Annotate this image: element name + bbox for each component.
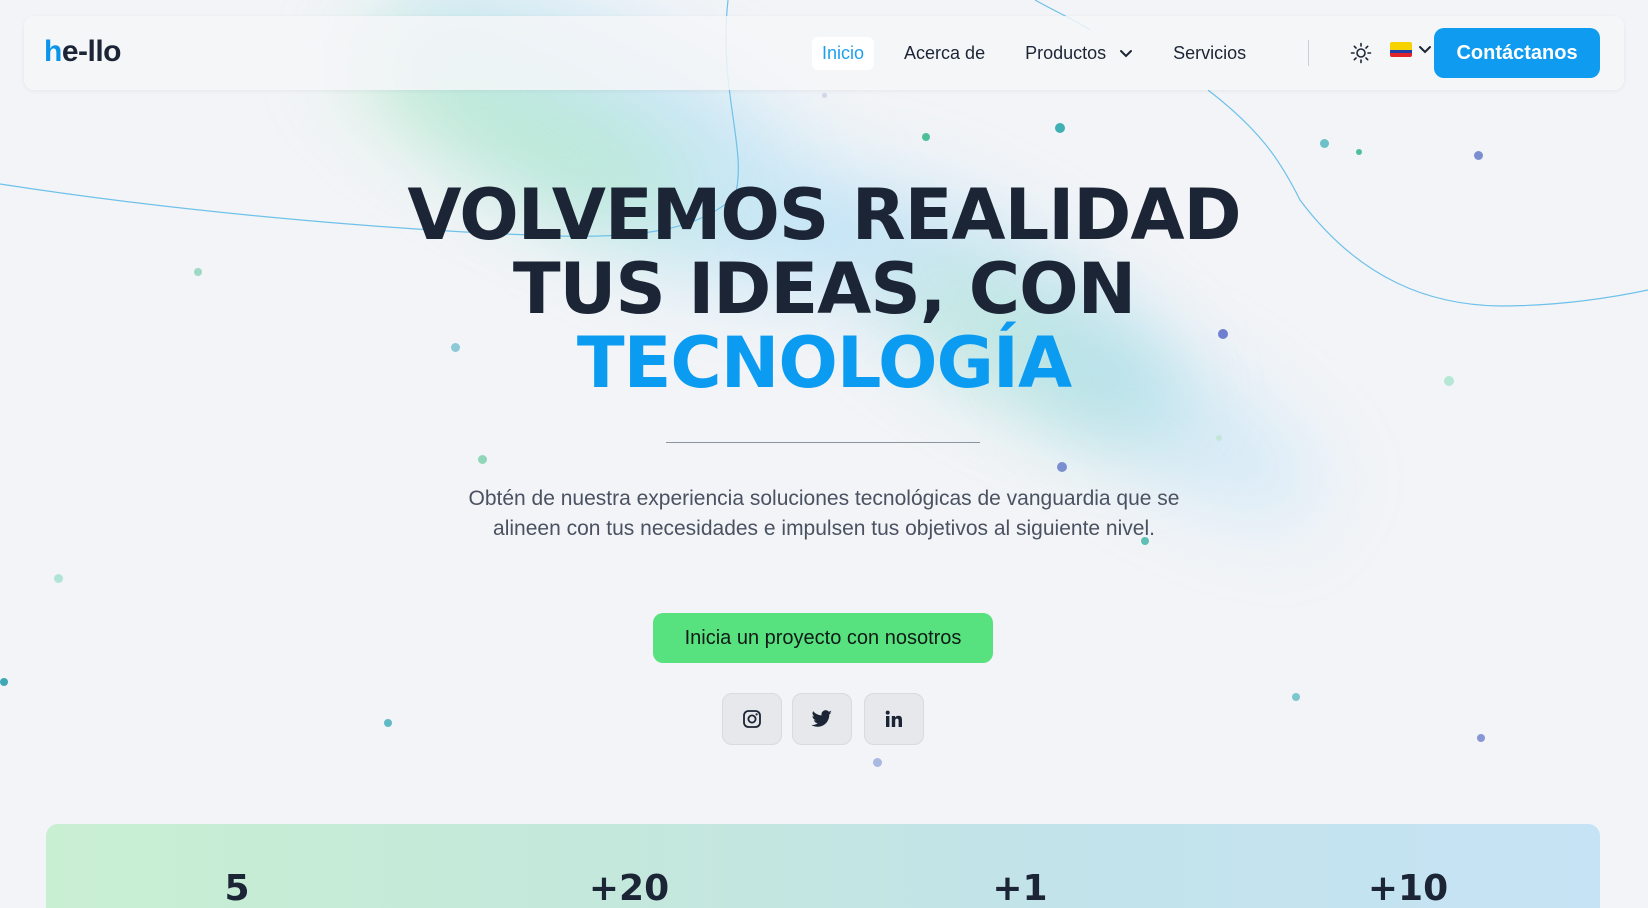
logo[interactable]: he-llo xyxy=(44,35,122,69)
nav-item-productos-label: Productos xyxy=(1025,42,1107,63)
stat-value: +10 xyxy=(1367,868,1449,908)
sun-icon[interactable] xyxy=(1350,42,1372,64)
logo-prefix: h xyxy=(44,35,62,68)
main-nav: Inicio Acerca de Productos Servicios xyxy=(812,36,1276,70)
linkedin-icon xyxy=(885,710,902,727)
logo-rest: e-llo xyxy=(61,35,122,68)
background-decoration xyxy=(0,0,1648,908)
chevron-down-icon xyxy=(1120,49,1133,58)
start-project-button[interactable]: Inicia un proyecto con nosotros xyxy=(653,613,993,663)
header-divider xyxy=(1308,40,1309,66)
hero-subtitle: Obtén de nuestra experiencia soluciones … xyxy=(468,487,1180,540)
instagram-icon xyxy=(743,710,761,728)
chevron-down-icon xyxy=(1419,45,1431,53)
contact-button[interactable]: Contáctanos xyxy=(1434,28,1600,78)
nav-item-acerca-de[interactable]: Acerca de xyxy=(894,37,995,70)
nav-item-inicio[interactable]: Inicio xyxy=(812,36,875,70)
nav-item-productos[interactable]: Productos xyxy=(1015,37,1143,70)
nav-item-servicios[interactable]: Servicios xyxy=(1163,37,1256,70)
stat-value: +1 xyxy=(992,868,1048,908)
hero-divider xyxy=(666,442,980,443)
stat-value: +20 xyxy=(588,868,670,908)
hero-title-line-1: VOLVEMOS REALIDAD xyxy=(407,174,1241,256)
stat-value: 5 xyxy=(224,868,250,908)
instagram-link[interactable] xyxy=(722,693,782,745)
stats-band: 5 +20 +1 +10 xyxy=(46,824,1600,908)
twitter-icon xyxy=(811,710,832,727)
hero-title-line-2: TUS IDEAS, CON xyxy=(512,248,1136,330)
linkedin-link[interactable] xyxy=(864,693,924,745)
site-header: he-llo Inicio Acerca de Productos Servic… xyxy=(24,16,1624,90)
twitter-link[interactable] xyxy=(792,693,852,745)
background-curves xyxy=(0,0,1648,307)
hero-title-accent: TECNOLOGÍA xyxy=(576,322,1072,404)
ecuador-flag-icon xyxy=(1390,42,1412,57)
language-selector[interactable] xyxy=(1390,42,1432,57)
hero-title: VOLVEMOS REALIDAD TUS IDEAS, CON TECNOLO… xyxy=(0,178,1648,400)
